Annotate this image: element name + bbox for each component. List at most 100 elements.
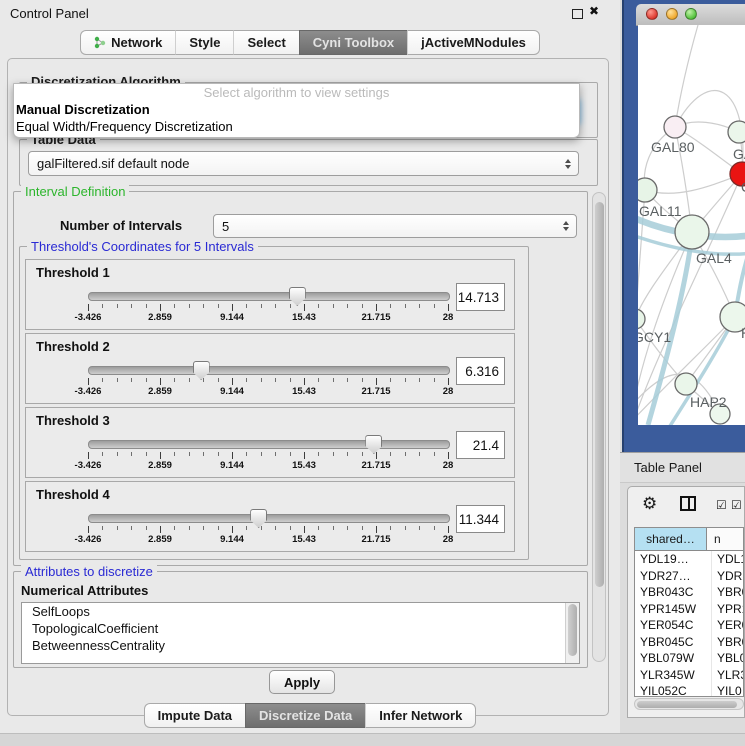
attribute-list-item[interactable]: TopologicalCoefficient <box>22 620 579 637</box>
tab-network[interactable]: Network <box>80 30 175 55</box>
threshold-slider-track[interactable] <box>88 366 450 375</box>
slider-tick <box>448 526 449 533</box>
network-view-window[interactable]: GAL80GACGAL11GAL4GCY1HHAP2 <box>622 0 745 452</box>
slider-tick <box>362 452 363 456</box>
attribute-list-item[interactable]: SelfLoops <box>22 603 579 620</box>
numerical-attributes-list: SelfLoopsTopologicalCoefficientBetweenne… <box>21 602 580 664</box>
close-traffic-light-icon[interactable] <box>646 8 658 20</box>
table-cell[interactable]: YLR3 <box>711 667 743 684</box>
slider-tick <box>290 378 291 382</box>
network-node[interactable] <box>728 121 745 143</box>
table-data-combobox[interactable]: galFiltered.sif default node <box>28 151 579 176</box>
slider-tick <box>232 452 233 459</box>
table-cell[interactable]: YBR045C <box>635 634 711 651</box>
slider-tick <box>232 304 233 311</box>
zoom-traffic-light-icon[interactable] <box>685 8 697 20</box>
attribute-list-item[interactable]: BetweennessCentrality <box>22 637 579 654</box>
table-cell[interactable]: YPR145W <box>635 601 711 618</box>
table-cell[interactable]: YBR0 <box>711 634 743 651</box>
interval-definition-group-title: Interval Definition <box>21 184 129 199</box>
table-cell[interactable]: YPR1 <box>711 601 743 618</box>
tab-discretize-data[interactable]: Discretize Data <box>245 703 365 728</box>
table-row[interactable]: YIL052CYIL0 <box>635 683 743 697</box>
table-horizontal-scrollbar[interactable] <box>634 698 744 710</box>
gear-icon[interactable]: ⚙ <box>642 495 657 512</box>
slider-tick <box>290 452 291 456</box>
table-cell[interactable]: YBR0 <box>711 584 743 601</box>
table-cell[interactable]: YER0 <box>711 617 743 634</box>
network-window-titlebar[interactable] <box>636 4 745 26</box>
table-row[interactable]: YBR045CYBR0 <box>635 634 743 651</box>
table-cell[interactable]: YBL079W <box>635 650 711 667</box>
table-row[interactable]: YBL079WYBL0 <box>635 650 743 667</box>
table-row[interactable]: YDL19…YDL1 <box>635 551 743 568</box>
float-window-icon[interactable] <box>572 9 583 19</box>
table-cell[interactable]: YER054C <box>635 617 711 634</box>
slider-tick <box>405 378 406 382</box>
tab-impute-data[interactable]: Impute Data <box>144 703 245 728</box>
number-of-intervals-combobox[interactable]: 5 <box>213 214 577 238</box>
slider-tick <box>203 452 204 456</box>
dropdown-option-equal-width-frequency[interactable]: Equal Width/Frequency Discretization <box>14 118 579 135</box>
threshold-value-field[interactable]: 14.713 <box>456 283 505 311</box>
attributes-list-scrollbar[interactable] <box>565 603 579 663</box>
slider-tick <box>405 304 406 308</box>
network-node[interactable] <box>675 215 709 249</box>
checkbox-icon[interactable]: ☑ <box>731 499 742 511</box>
column-header-shared-name[interactable]: shared… <box>635 528 707 550</box>
tab-cyni-toolbox[interactable]: Cyni Toolbox <box>299 30 407 55</box>
table-row[interactable]: YBR043CYBR0 <box>635 584 743 601</box>
table-cell[interactable]: YIL052C <box>635 683 711 697</box>
tab-select[interactable]: Select <box>233 30 298 55</box>
table-row[interactable]: YER054CYER0 <box>635 617 743 634</box>
network-canvas[interactable]: GAL80GACGAL11GAL4GCY1HHAP2 <box>638 25 745 425</box>
table-cell[interactable]: YLR345W <box>635 667 711 684</box>
network-node[interactable] <box>675 373 697 395</box>
slider-tick <box>261 304 262 308</box>
split-view-icon[interactable] <box>680 496 696 511</box>
threshold-slider-track[interactable] <box>88 292 450 301</box>
table-scrollbar-thumb[interactable] <box>637 701 737 708</box>
slider-tick <box>189 304 190 308</box>
number-of-intervals-value: 5 <box>222 219 229 234</box>
threshold-slider-track[interactable] <box>88 440 450 449</box>
slider-tick-label: 2.859 <box>148 386 172 397</box>
network-node[interactable] <box>638 178 657 202</box>
table-row[interactable]: YDR27…YDR2 <box>635 568 743 585</box>
table-cell[interactable]: YBR043C <box>635 584 711 601</box>
threshold-value-field[interactable]: 6.316 <box>456 357 505 385</box>
slider-tick <box>318 304 319 308</box>
checkbox-icon[interactable]: ☑ <box>716 499 727 511</box>
table-cell[interactable]: YDL19… <box>635 551 711 568</box>
threshold-value-field[interactable]: 21.4 <box>456 431 505 459</box>
threshold-value-field[interactable]: 11.344 <box>456 505 505 533</box>
table-row[interactable]: YLR345WYLR3 <box>635 667 743 684</box>
panel-scrollbar-thumb[interactable] <box>595 202 604 587</box>
table-cell[interactable]: YIL0 <box>711 683 743 697</box>
minimize-traffic-light-icon[interactable] <box>666 8 678 20</box>
network-node[interactable] <box>638 309 645 329</box>
slider-tick <box>146 304 147 308</box>
tab-jactivemnodules[interactable]: jActiveMNodules <box>407 30 540 55</box>
threshold-slider-ticks: -3.4262.8599.14415.4321.71528 <box>88 526 448 548</box>
threshold-label: Threshold 2 <box>36 339 110 354</box>
table-cell[interactable]: YDL1 <box>711 551 743 568</box>
dropdown-option-manual-discretization[interactable]: Manual Discretization <box>14 101 579 118</box>
table-cell[interactable]: YBL0 <box>711 650 743 667</box>
table-cell[interactable]: YDR27… <box>635 568 711 585</box>
column-header-name[interactable]: n <box>707 528 743 550</box>
table-row[interactable]: YPR145WYPR1 <box>635 601 743 618</box>
close-icon[interactable]: ✖ <box>589 4 599 18</box>
threshold-slider-ticks: -3.4262.8599.14415.4321.71528 <box>88 452 448 474</box>
table-cell[interactable]: YDR2 <box>711 568 743 585</box>
tab-infer-network[interactable]: Infer Network <box>365 703 476 728</box>
threshold-slider-track[interactable] <box>88 514 450 523</box>
tab-style[interactable]: Style <box>175 30 233 55</box>
panel-scrollbar[interactable] <box>592 192 606 662</box>
slider-tick <box>232 378 233 385</box>
threshold-panel: Threshold 4 -3.4262.8599.14415.4321.7152… <box>25 481 515 552</box>
network-node[interactable] <box>664 116 686 138</box>
slider-tick <box>434 452 435 456</box>
apply-button[interactable]: Apply <box>269 670 335 694</box>
network-node-label: GAL80 <box>651 139 695 155</box>
